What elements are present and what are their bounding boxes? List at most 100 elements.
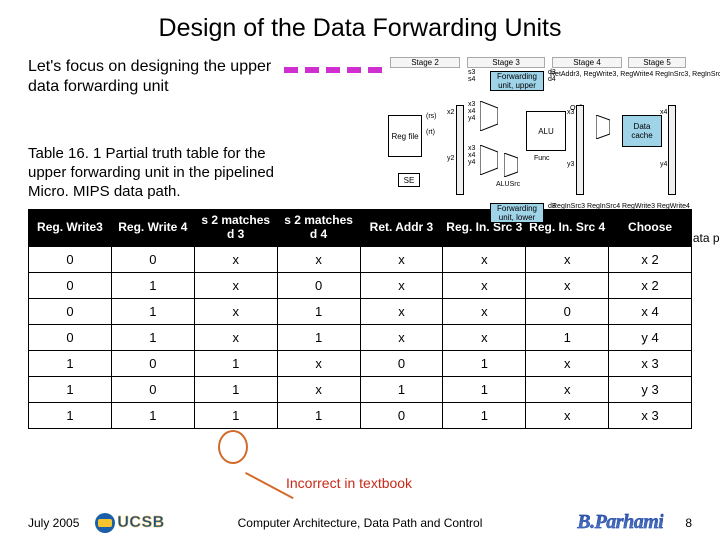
left-column: Let's focus on designing the upper data … (28, 57, 280, 201)
cell: x (194, 298, 277, 324)
mux-alusrc-icon (504, 153, 518, 177)
stage3-label: Stage 3 (467, 57, 545, 68)
th-3: s 2 matches d 4 (277, 210, 360, 247)
cell: 0 (277, 272, 360, 298)
table-row: 111101xx 3 (29, 402, 692, 428)
footer-center: Computer Architecture, Data Path and Con… (238, 516, 483, 530)
th-0: Reg. Write3 (29, 210, 112, 247)
fwd-upper-signals: RetAddr3, RegWrite3, RegWrite4 RegInSrc3… (550, 71, 646, 78)
table-row: 01x1xx1y 4 (29, 324, 692, 350)
footer-right: B.Parhami 8 (577, 511, 692, 534)
mux-after-alu-icon (596, 115, 610, 139)
cell: x 2 (609, 272, 692, 298)
cell: 1 (29, 350, 112, 376)
author-logo: B.Parhami (577, 511, 663, 534)
cell: x (194, 324, 277, 350)
cell: 1 (111, 298, 194, 324)
cell: 1 (443, 376, 526, 402)
stage2-label: Stage 2 (390, 57, 460, 68)
cell: 0 (111, 246, 194, 272)
se-block: SE (398, 173, 420, 187)
th-1: Reg. Write 4 (111, 210, 194, 247)
mux-lower-left-icon (480, 145, 498, 175)
cell: x (360, 298, 443, 324)
cell: 1 (360, 376, 443, 402)
upper-row: Let's focus on designing the upper data … (28, 57, 692, 201)
cell: 0 (111, 350, 194, 376)
page-number: 8 (685, 516, 692, 530)
cell: x 2 (609, 246, 692, 272)
latch-3-4 (576, 105, 584, 195)
cell: 0 (360, 402, 443, 428)
annotation-oval-icon (218, 430, 248, 464)
annotation-text: Incorrect in textbook (286, 475, 412, 491)
cell: x (360, 246, 443, 272)
figure-number: Fig. 16.4 (382, 231, 429, 245)
ucsb-logo: UCSB (95, 513, 164, 533)
focus-text: Let's focus on designing the upper data … (28, 57, 280, 97)
alusrci-label: ALUSrc1 (434, 217, 462, 224)
rt-label: (rt) (426, 129, 435, 136)
mux-lower-left-inputs: x3 x4 y4 (468, 145, 475, 166)
alusrc-label: ALUSrc (496, 181, 520, 188)
cell: x (360, 272, 443, 298)
cell: 1 (526, 324, 609, 350)
table-row: 101x01xx 3 (29, 350, 692, 376)
y2-lbl: y2 (447, 155, 454, 162)
cell: x 4 (609, 298, 692, 324)
th-2: s 2 matches d 3 (194, 210, 277, 247)
stage4-label: Stage 4 (552, 57, 622, 68)
cell: 1 (111, 272, 194, 298)
cell: x (360, 324, 443, 350)
cell: 0 (360, 350, 443, 376)
cell: x (526, 350, 609, 376)
cell: x (277, 350, 360, 376)
cell: x (443, 246, 526, 272)
cell: 1 (29, 402, 112, 428)
fwd-lower-signals: RegInSrc3 RegInSrc4 RegWrite3 RegWrite4 (552, 203, 620, 210)
mux-upper-icon (480, 101, 498, 131)
fwd-upper-block: Forwarding unit, upper (490, 71, 544, 91)
table-row: 01x1xx0x 4 (29, 298, 692, 324)
cell: 1 (194, 402, 277, 428)
rs-label: (rs) (426, 113, 437, 120)
cell: x (443, 272, 526, 298)
cell: x (443, 324, 526, 350)
table-body: 00xxxxxx 2 01x0xxxx 2 01x1xx0x 4 01x1xx1… (29, 246, 692, 428)
d3d4-lower-label: d3 d4 (548, 203, 556, 217)
diagram-area: Stage 2 Stage 3 Stage 4 Stage 5 Forwardi… (290, 57, 692, 201)
cell: x (194, 272, 277, 298)
cell: 0 (29, 324, 112, 350)
slide-title: Design of the Data Forwarding Units (28, 14, 692, 43)
cell: y 3 (609, 376, 692, 402)
cell: 1 (443, 402, 526, 428)
footer: July 2005 UCSB Computer Architecture, Da… (28, 511, 692, 534)
cell: x (526, 376, 609, 402)
s3s4-label: s3 s4 (468, 69, 475, 83)
cell: x (194, 246, 277, 272)
latch-4-5 (668, 105, 676, 195)
fwd-lower-block: Forwarding unit, lower (490, 203, 544, 223)
cell: x (277, 376, 360, 402)
alu-block: ALU (526, 111, 566, 151)
stage5-label: Stage 5 (628, 57, 686, 68)
cell: 0 (29, 246, 112, 272)
cell: x (526, 272, 609, 298)
cell: 0 (111, 376, 194, 402)
latch-2-3 (456, 105, 464, 195)
cell: x (443, 298, 526, 324)
cell: 1 (277, 324, 360, 350)
cell: x (277, 246, 360, 272)
cell: 1 (111, 324, 194, 350)
cell: 0 (526, 298, 609, 324)
footer-date: July 2005 (28, 516, 79, 530)
x2-lbl: x2 (447, 109, 454, 116)
cell: x 3 (609, 402, 692, 428)
cell: y 4 (609, 324, 692, 350)
cell: 1 (194, 350, 277, 376)
table-row: 01x0xxxx 2 (29, 272, 692, 298)
cell: x (526, 402, 609, 428)
table-row: 101x11xy 3 (29, 376, 692, 402)
data-cache-block: Data cache (622, 115, 662, 147)
cell: 1 (277, 298, 360, 324)
